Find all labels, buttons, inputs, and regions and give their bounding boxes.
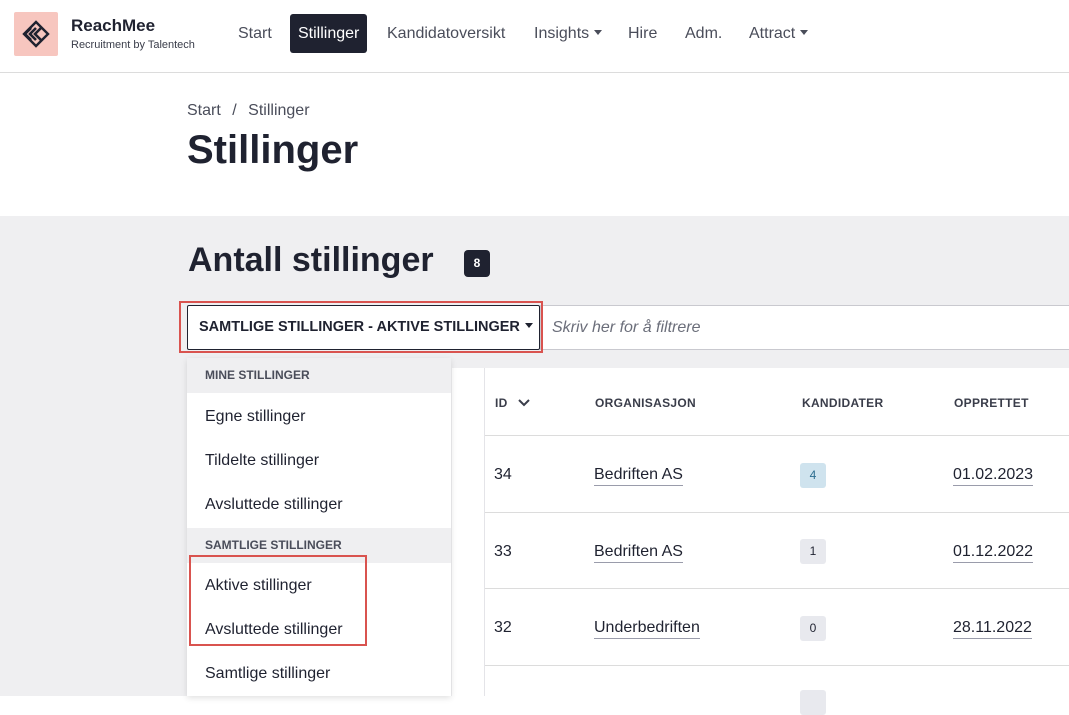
row-divider	[485, 665, 1069, 666]
breadcrumb-current: Stillinger	[248, 102, 310, 119]
brand-name: ReachMee	[71, 16, 156, 35]
row-id: 32	[494, 619, 512, 636]
nav-label: Adm.	[685, 25, 723, 42]
menu-item-mine-avsluttede-stillinger[interactable]: Avsluttede stillinger	[205, 496, 343, 514]
column-header-label: ID	[495, 396, 508, 410]
caret-down-icon	[800, 30, 809, 35]
positions-count-badge: 8	[464, 250, 490, 277]
row-divider	[485, 512, 1069, 513]
nav-item-hire[interactable]: Hire	[620, 14, 665, 53]
row-organisation-link[interactable]: Bedriften AS	[594, 543, 683, 563]
nav-label: Start	[238, 25, 272, 42]
nav-label: Hire	[628, 25, 658, 42]
positions-table	[452, 368, 1069, 696]
table-divider	[484, 368, 485, 696]
header-divider	[485, 435, 1069, 436]
chevron-down-icon	[518, 399, 530, 407]
nav-item-start[interactable]: Start	[230, 14, 280, 53]
menu-group-mine-stillinger: MINE STILLINGER	[187, 358, 451, 393]
nav-item-adm[interactable]: Adm.	[677, 14, 730, 53]
row-created-link[interactable]: 28.11.2022	[953, 619, 1032, 639]
column-header-id[interactable]: ID	[495, 396, 531, 410]
highlight-outline-dropdown	[179, 301, 543, 353]
nav-label: Kandidatoversikt	[387, 25, 506, 42]
reachmee-logo-icon[interactable]	[14, 12, 58, 56]
row-id: 33	[494, 543, 512, 560]
column-header-kandidater[interactable]: KANDIDATER	[802, 396, 883, 410]
brand-subtitle: Recruitment by Talentech	[71, 39, 195, 51]
nav-item-attract[interactable]: Attract	[741, 14, 816, 53]
nav-item-insights[interactable]: Insights	[526, 14, 610, 53]
column-header-organisasjon[interactable]: ORGANISASJON	[595, 396, 696, 410]
top-navigation: ReachMee Recruitment by Talentech Start …	[0, 0, 1069, 73]
highlight-outline-menu-items	[189, 555, 367, 646]
nav-item-kandidatoversikt[interactable]: Kandidatoversikt	[379, 14, 513, 53]
positions-count-title: Antall stillinger	[188, 241, 434, 279]
column-header-opprettet[interactable]: OPPRETTET	[954, 396, 1029, 410]
breadcrumb: Start / Stillinger	[187, 102, 310, 120]
row-id: 34	[494, 466, 512, 483]
nav-label: Attract	[749, 25, 796, 42]
breadcrumb-separator: /	[232, 102, 237, 119]
candidates-badge[interactable]: 0	[800, 616, 826, 641]
menu-item-egne-stillinger[interactable]: Egne stillinger	[205, 408, 306, 426]
candidates-badge[interactable]	[800, 690, 826, 715]
row-divider	[485, 588, 1069, 589]
row-created-link[interactable]: 01.02.2023	[953, 466, 1034, 486]
candidates-badge[interactable]: 1	[800, 539, 826, 564]
breadcrumb-start[interactable]: Start	[187, 102, 221, 119]
nav-label: Insights	[534, 25, 590, 42]
page-title: Stillinger	[187, 128, 359, 172]
caret-down-icon	[594, 30, 603, 35]
nav-label: Stillinger	[298, 25, 360, 42]
row-organisation-link[interactable]: Underbedriften	[594, 619, 700, 639]
menu-item-tildelte-stillinger[interactable]: Tildelte stillinger	[205, 452, 319, 470]
nav-item-stillinger[interactable]: Stillinger	[290, 14, 368, 53]
candidates-badge[interactable]: 4	[800, 463, 826, 488]
filter-search-input[interactable]	[540, 305, 1069, 350]
row-organisation-link[interactable]: Bedriften AS	[594, 466, 683, 486]
row-created-link[interactable]: 01.12.2022	[953, 543, 1034, 563]
menu-item-samtlige-stillinger[interactable]: Samtlige stillinger	[205, 665, 330, 683]
